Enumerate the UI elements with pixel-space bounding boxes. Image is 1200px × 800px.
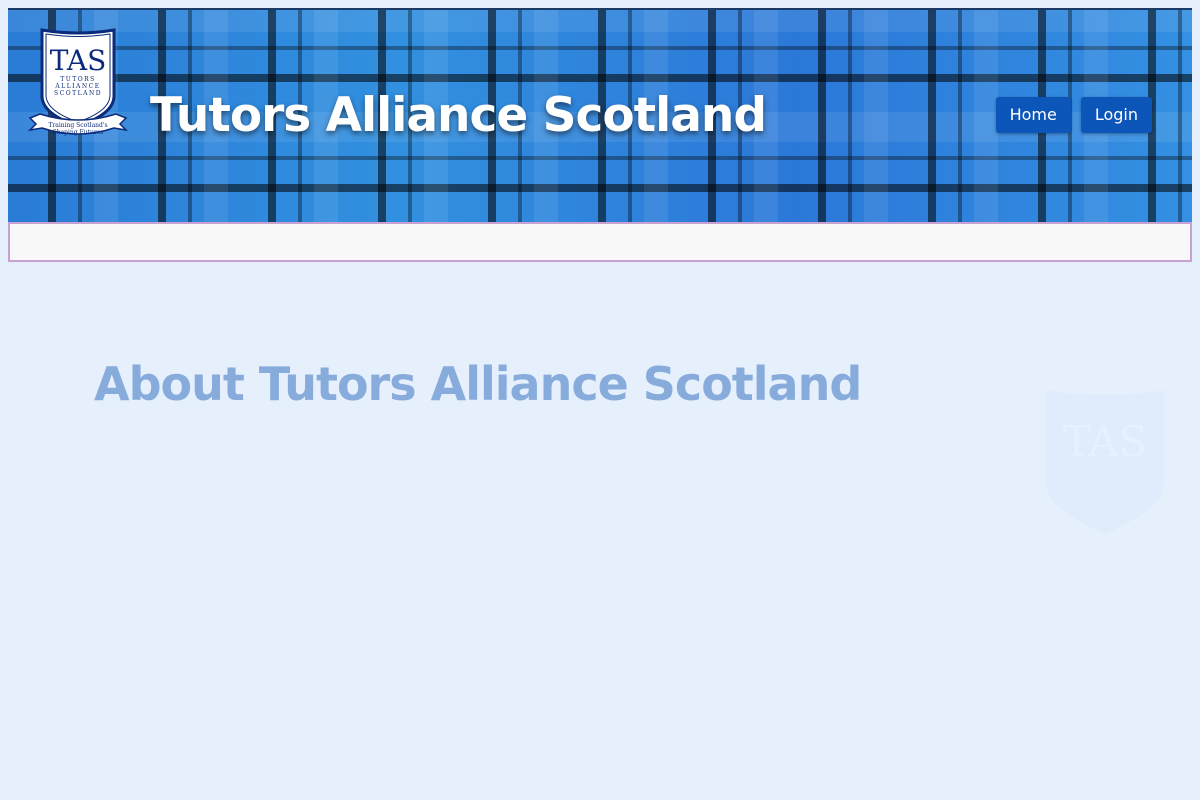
svg-text:Training Scotland's: Training Scotland's	[48, 122, 107, 129]
svg-text:ALLIANCE: ALLIANCE	[54, 83, 100, 90]
site-title: Tutors Alliance Scotland	[150, 88, 767, 143]
tas-shield-logo-icon[interactable]: TAS TUTORS ALLIANCE SCOTLAND Training Sc…	[28, 26, 128, 146]
svg-text:SCOTLAND: SCOTLAND	[54, 90, 102, 97]
svg-text:TAS: TAS	[50, 44, 107, 77]
main-nav: Home Login	[995, 97, 1152, 133]
svg-text:Shaping Futures: Shaping Futures	[53, 129, 104, 136]
home-button[interactable]: Home	[995, 97, 1071, 133]
shield-watermark-icon: TAS	[1046, 390, 1164, 534]
sub-navigation-bar	[8, 222, 1192, 262]
page-heading: About Tutors Alliance Scotland	[94, 357, 862, 411]
svg-text:TAS: TAS	[1063, 417, 1148, 466]
login-button[interactable]: Login	[1080, 97, 1152, 133]
svg-text:TUTORS: TUTORS	[60, 76, 96, 83]
site-header: TAS TUTORS ALLIANCE SCOTLAND Training Sc…	[8, 8, 1192, 222]
